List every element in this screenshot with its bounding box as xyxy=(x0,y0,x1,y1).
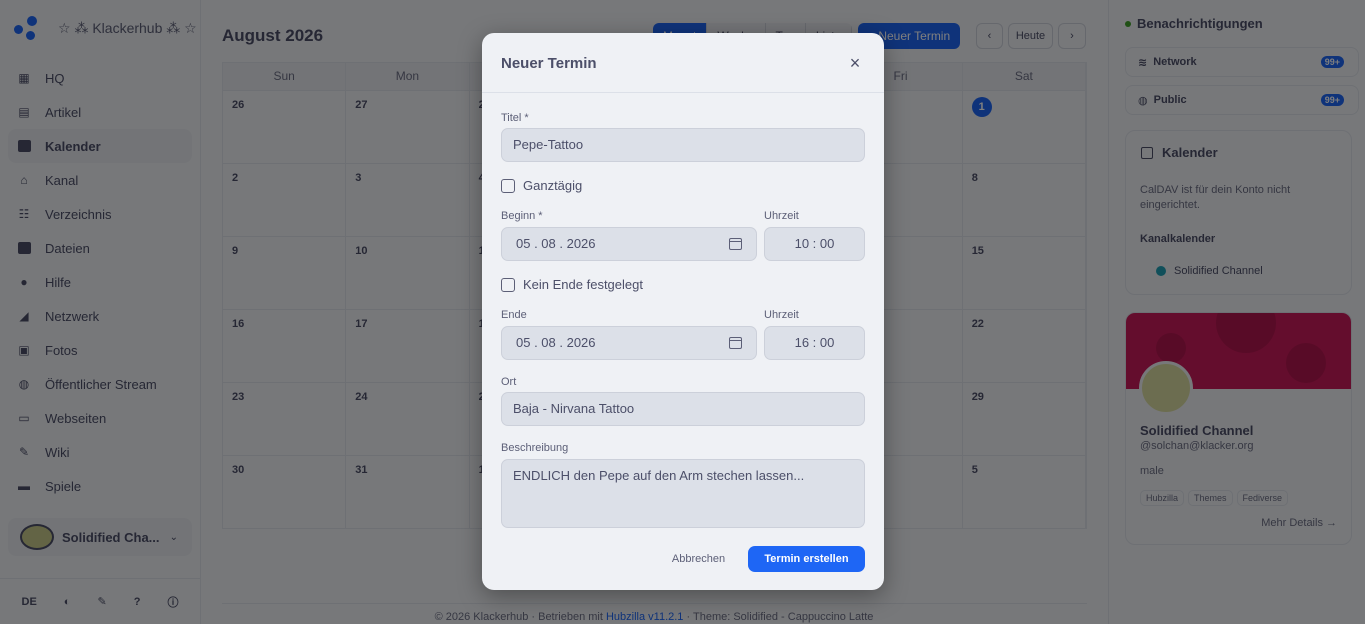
noend-label: Kein Ende festgelegt xyxy=(523,277,643,292)
noend-row[interactable]: Kein Ende festgelegt xyxy=(501,277,643,292)
end-date-input[interactable]: 05 . 08 . 2026 xyxy=(501,326,757,360)
close-icon[interactable]: × xyxy=(846,54,864,72)
end-time-input[interactable]: 16 : 00 xyxy=(764,326,865,360)
allday-checkbox[interactable] xyxy=(501,178,515,193)
allday-row[interactable]: Ganztägig xyxy=(501,178,582,193)
location-input[interactable]: Baja - Nirvana Tattoo xyxy=(501,392,865,426)
create-event-button[interactable]: Termin erstellen xyxy=(748,546,865,572)
calendar-picker-icon[interactable] xyxy=(729,337,742,349)
begin-time-input[interactable]: 10 : 00 xyxy=(764,227,865,261)
end-time-label: Uhrzeit xyxy=(764,309,799,321)
location-label: Ort xyxy=(501,376,517,388)
calendar-picker-icon[interactable] xyxy=(729,238,742,250)
allday-label: Ganztägig xyxy=(523,178,583,193)
dialog-title: Neuer Termin xyxy=(501,55,597,72)
description-label: Beschreibung xyxy=(501,442,569,454)
end-date-value: 05 . 08 . 2026 xyxy=(516,335,596,350)
begin-date-value: 05 . 08 . 2026 xyxy=(516,236,596,251)
dialog-header: Neuer Termin × xyxy=(482,33,884,93)
title-input[interactable]: Pepe-Tattoo xyxy=(501,128,865,162)
new-event-dialog: Neuer Termin × Titel * Pepe-Tattoo Ganzt… xyxy=(482,33,884,590)
end-label: Ende xyxy=(501,309,527,321)
noend-checkbox[interactable] xyxy=(501,277,515,292)
begin-date-input[interactable]: 05 . 08 . 2026 xyxy=(501,227,757,261)
cancel-button[interactable]: Abbrechen xyxy=(662,547,735,572)
begin-label: Beginn * xyxy=(501,210,543,222)
title-label: Titel * xyxy=(501,112,529,124)
begin-time-label: Uhrzeit xyxy=(764,210,799,222)
description-textarea[interactable]: ENDLICH den Pepe auf den Arm stechen las… xyxy=(501,459,865,528)
